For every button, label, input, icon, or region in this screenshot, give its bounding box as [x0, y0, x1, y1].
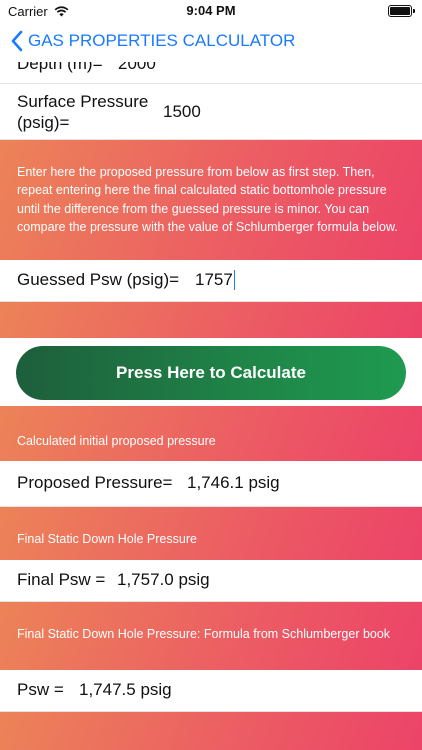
- status-time: 9:04 PM: [186, 3, 236, 18]
- guessed-psw-row: Guessed Psw (psig)= 1757: [0, 260, 422, 302]
- final-pressure-title: Final Static Down Hole Pressure: [17, 532, 197, 546]
- proposed-pressure-row: Proposed Pressure= 1,746.1 psig: [0, 461, 422, 507]
- initial-pressure-header: Calculated initial proposed pressure: [0, 406, 422, 461]
- schlumberger-psw-row: Psw = 1,747.5 psig: [0, 670, 422, 712]
- initial-pressure-title: Calculated initial proposed pressure: [17, 434, 216, 448]
- footer-gradient: [0, 712, 422, 750]
- final-pressure-header: Final Static Down Hole Pressure: [0, 507, 422, 560]
- calculate-button[interactable]: Press Here to Calculate: [16, 346, 406, 400]
- schlumberger-psw-value: 1,747.5 psig: [79, 680, 172, 699]
- final-psw-label: Final Psw =: [17, 570, 106, 589]
- status-bar: Carrier 9:04 PM: [0, 0, 422, 22]
- schlumberger-header: Final Static Down Hole Pressure: Formula…: [0, 602, 422, 670]
- battery-icon: [388, 5, 415, 17]
- proposed-pressure-value: 1,746.1 psig: [187, 473, 280, 492]
- depth-row: Depth (m)= 2000: [0, 62, 422, 84]
- surface-pressure-label-line2: (psig)=: [17, 113, 70, 132]
- proposed-pressure-label: Proposed Pressure=: [17, 473, 173, 492]
- content-scroll[interactable]: Depth (m)= 2000 Surface Pressure (psig)=…: [0, 62, 422, 750]
- schlumberger-psw-label: Psw =: [17, 680, 64, 699]
- guessed-psw-label: Guessed Psw (psig)=: [17, 270, 180, 289]
- surface-pressure-input[interactable]: 1500: [163, 102, 201, 122]
- final-psw-row: Final Psw = 1,757.0 psig: [0, 560, 422, 602]
- instruction-banner: Enter here the proposed pressure from be…: [0, 140, 422, 260]
- depth-value: 2000: [118, 62, 156, 73]
- guessed-psw-input[interactable]: 1757: [195, 270, 235, 290]
- surface-pressure-label-line1: Surface Pressure: [17, 92, 149, 111]
- surface-pressure-label: Surface Pressure (psig)=: [17, 91, 148, 133]
- schlumberger-title: Final Static Down Hole Pressure: Formula…: [17, 627, 391, 641]
- navigation-bar: GAS PROPERTIES CALCULATOR: [0, 22, 422, 66]
- final-psw-value: 1,757.0 psig: [117, 570, 210, 589]
- instruction-text: Enter here the proposed pressure from be…: [17, 165, 398, 234]
- back-title: GAS PROPERTIES CALCULATOR: [28, 31, 296, 50]
- back-button[interactable]: GAS PROPERTIES CALCULATOR: [10, 30, 295, 52]
- depth-label: Depth (m)=: [17, 62, 103, 73]
- surface-pressure-row: Surface Pressure (psig)= 1500: [0, 84, 422, 140]
- chevron-left-icon: [11, 30, 23, 52]
- button-band-top: [0, 302, 422, 338]
